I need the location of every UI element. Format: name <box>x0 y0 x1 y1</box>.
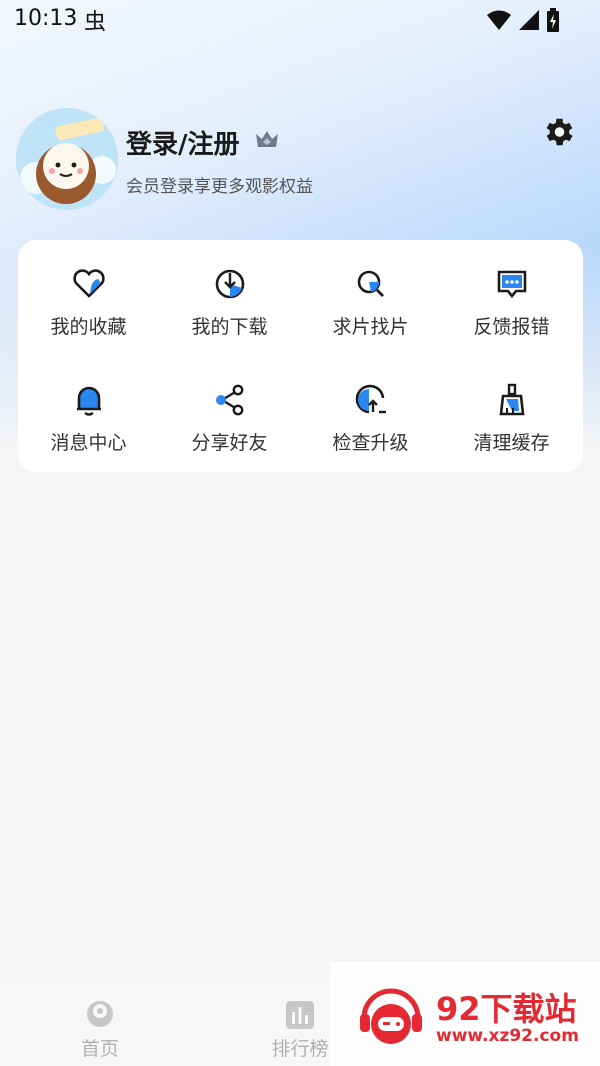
menu-label: 我的收藏 <box>50 316 127 338</box>
debug-icon: 虫 <box>84 10 107 35</box>
status-bar: 10:13 虫 <box>0 0 600 40</box>
ranking-icon <box>286 1001 314 1029</box>
menu-label: 消息中心 <box>50 432 127 454</box>
nav-label: 首页 <box>80 1038 119 1060</box>
download-icon <box>215 269 244 299</box>
menu-item-downloads[interactable]: 我的下载 <box>159 240 300 356</box>
login-register-link[interactable]: 登录/注册 <box>126 124 240 161</box>
menu-item-request[interactable]: 求片找片 <box>300 240 441 356</box>
watermark-brand: 92下载站 <box>436 990 577 1028</box>
menu-label: 分享好友 <box>191 432 268 454</box>
heart-icon <box>72 269 105 298</box>
avatar[interactable] <box>16 108 118 210</box>
feedback-icon <box>497 270 526 299</box>
menu-item-upgrade[interactable]: 检查升级 <box>300 356 441 472</box>
gear-icon[interactable] <box>540 114 576 150</box>
wifi-icon <box>487 10 511 30</box>
menu-item-favorites[interactable]: 我的收藏 <box>18 240 159 356</box>
watermark-url: www.xz92.com <box>436 1026 579 1046</box>
upgrade-icon <box>355 384 386 414</box>
menu-card: 我的收藏 我的下载 求片找片 反馈报错 消息中心 分享好友 检查升级 清理缓存 <box>18 240 583 472</box>
menu-item-clear-cache[interactable]: 清理缓存 <box>441 356 582 472</box>
crown-icon <box>256 131 278 147</box>
watermark-logo-icon <box>360 988 422 1044</box>
signal-icon <box>519 10 539 30</box>
status-time: 10:13 <box>14 6 78 31</box>
menu-label: 反馈报错 <box>473 316 550 338</box>
watermark: 92下载站 www.xz92.com <box>330 962 600 1066</box>
share-icon <box>215 384 243 416</box>
menu-item-messages[interactable]: 消息中心 <box>18 356 159 472</box>
menu-item-feedback[interactable]: 反馈报错 <box>441 240 582 356</box>
menu-label: 检查升级 <box>332 432 409 454</box>
home-icon <box>87 1001 113 1027</box>
membership-subtitle: 会员登录享更多观影权益 <box>126 177 313 197</box>
battery-icon <box>547 8 559 32</box>
search-icon <box>357 270 384 297</box>
menu-label: 我的下载 <box>191 316 268 338</box>
bell-icon <box>76 386 101 416</box>
menu-label: 求片找片 <box>332 316 409 338</box>
menu-label: 清理缓存 <box>473 432 550 454</box>
avatar-illustration <box>16 108 118 210</box>
status-icons <box>486 8 560 32</box>
nav-tab-home[interactable]: 首页 <box>40 998 160 1061</box>
broom-icon <box>499 383 524 416</box>
menu-item-share[interactable]: 分享好友 <box>159 356 300 472</box>
